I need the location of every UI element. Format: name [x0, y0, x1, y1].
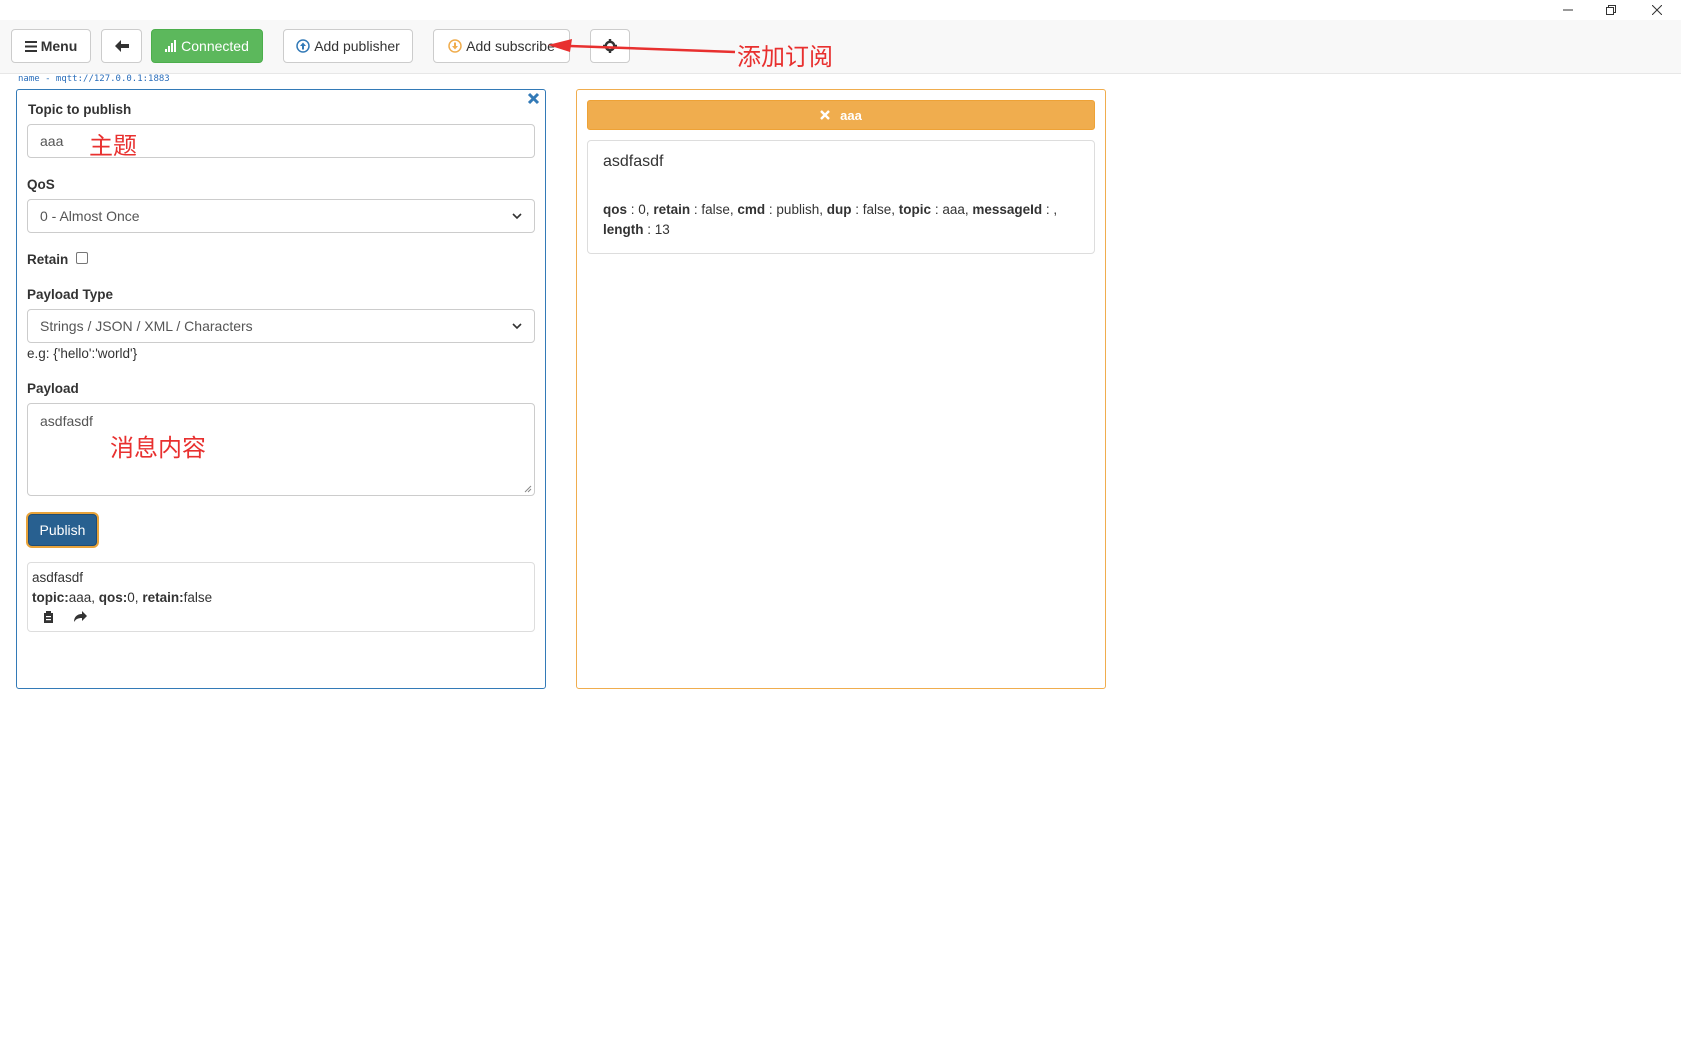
- publisher-panel: Topic to publish aaa 主题 QoS 0 - Almost O…: [16, 89, 546, 689]
- payload-value: asdfasdf: [40, 413, 93, 429]
- menu-button[interactable]: Menu: [11, 29, 91, 63]
- meta-dup-key: dup: [826, 202, 852, 217]
- meta-cmd-val: : publish,: [768, 202, 823, 217]
- annotation-add-subscription: 添加订阅: [737, 43, 833, 71]
- payload-textarea[interactable]: asdfasdf: [27, 403, 535, 496]
- share-icon[interactable]: [73, 610, 87, 627]
- published-message-text: asdfasdf: [32, 570, 84, 585]
- upload-circle-icon: [296, 39, 310, 53]
- meta-topic-key: topic:: [32, 590, 69, 605]
- close-icon: [1652, 5, 1662, 15]
- back-button[interactable]: [101, 29, 142, 63]
- meta-qos-key: qos:: [98, 590, 128, 605]
- chevron-down-icon: [512, 322, 522, 329]
- meta-qos-key: qos: [603, 202, 628, 217]
- retain-checkbox[interactable]: [76, 252, 88, 264]
- add-publisher-label: Add publisher: [314, 38, 400, 54]
- restore-icon: [1606, 5, 1616, 15]
- received-message-meta: qos : 0, retain : false, cmd : publish, …: [603, 200, 1088, 240]
- received-message-item: asdfasdf qos : 0, retain : false, cmd : …: [587, 140, 1095, 254]
- annotation-payload: 消息内容: [110, 434, 206, 462]
- meta-messageid-val: : ,: [1045, 202, 1058, 217]
- meta-topic-val: : aaa,: [934, 202, 969, 217]
- subscription-topic: aaa: [840, 107, 862, 123]
- meta-length-val: : 13: [647, 222, 670, 237]
- meta-retain-key: retain:: [142, 590, 184, 605]
- topic-value: aaa: [40, 133, 64, 149]
- published-message-item: asdfasdf topic:aaa, qos:0, retain:false: [27, 562, 535, 632]
- menu-label: Menu: [40, 38, 78, 54]
- connected-label: Connected: [181, 38, 249, 54]
- meta-length-key: length: [603, 222, 644, 237]
- subscription-header: aaa: [587, 100, 1095, 130]
- meta-topic-key: topic: [898, 202, 932, 217]
- payload-type-select[interactable]: Strings / JSON / XML / Characters: [27, 309, 535, 343]
- payload-type-value: Strings / JSON / XML / Characters: [40, 318, 253, 334]
- window-titlebar: [0, 0, 1681, 20]
- publish-label: Publish: [39, 522, 86, 538]
- signal-icon: [165, 40, 177, 52]
- retain-label: Retain: [27, 252, 69, 267]
- meta-topic-val: aaa,: [68, 590, 96, 605]
- download-circle-icon: [448, 39, 462, 53]
- add-publisher-button[interactable]: Add publisher: [283, 29, 413, 63]
- close-window-button[interactable]: [1637, 0, 1677, 20]
- payload-label: Payload: [27, 381, 79, 396]
- meta-qos-val: 0,: [127, 590, 139, 605]
- annotation-topic: 主题: [89, 132, 137, 160]
- meta-qos-val: : 0,: [630, 202, 650, 217]
- copy-icon[interactable]: [41, 610, 55, 627]
- qos-label: QoS: [27, 177, 55, 192]
- meta-cmd-key: cmd: [737, 202, 766, 217]
- received-message-text: asdfasdf: [603, 153, 664, 170]
- hamburger-icon: [24, 40, 37, 52]
- arrow-left-icon: [114, 40, 129, 52]
- chevron-down-icon: [512, 212, 522, 219]
- meta-retain-val: : false,: [693, 202, 734, 217]
- payload-type-label: Payload Type: [27, 287, 114, 302]
- qos-value: 0 - Almost Once: [40, 208, 140, 224]
- minimize-button[interactable]: [1548, 0, 1588, 20]
- restore-button[interactable]: [1591, 0, 1631, 20]
- subscriber-panel: aaa asdfasdf qos : 0, retain : false, cm…: [576, 89, 1106, 689]
- published-message-meta: topic:aaa, qos:0, retain:false: [32, 590, 212, 605]
- resize-handle-icon[interactable]: [524, 485, 532, 493]
- minimize-icon: [1563, 9, 1573, 11]
- meta-retain-key: retain: [653, 202, 691, 217]
- topic-label: Topic to publish: [28, 102, 132, 117]
- connected-button[interactable]: Connected: [151, 29, 263, 63]
- close-publisher-icon[interactable]: [527, 92, 540, 108]
- qos-select[interactable]: 0 - Almost Once: [27, 199, 535, 233]
- close-subscription-icon[interactable]: [820, 110, 830, 120]
- publish-button[interactable]: Publish: [28, 514, 97, 546]
- meta-dup-val: : false,: [855, 202, 896, 217]
- annotation-arrow-icon: [548, 39, 736, 54]
- meta-retain-val: false: [183, 590, 213, 605]
- toolbar: Menu Connected Add publisher Add subscri…: [0, 20, 1681, 74]
- meta-messageid-key: messageId: [972, 202, 1043, 217]
- connection-label: name - mqtt://127.0.0.1:1883: [18, 74, 170, 84]
- payload-hint: e.g: {'hello':'world'}: [27, 346, 138, 361]
